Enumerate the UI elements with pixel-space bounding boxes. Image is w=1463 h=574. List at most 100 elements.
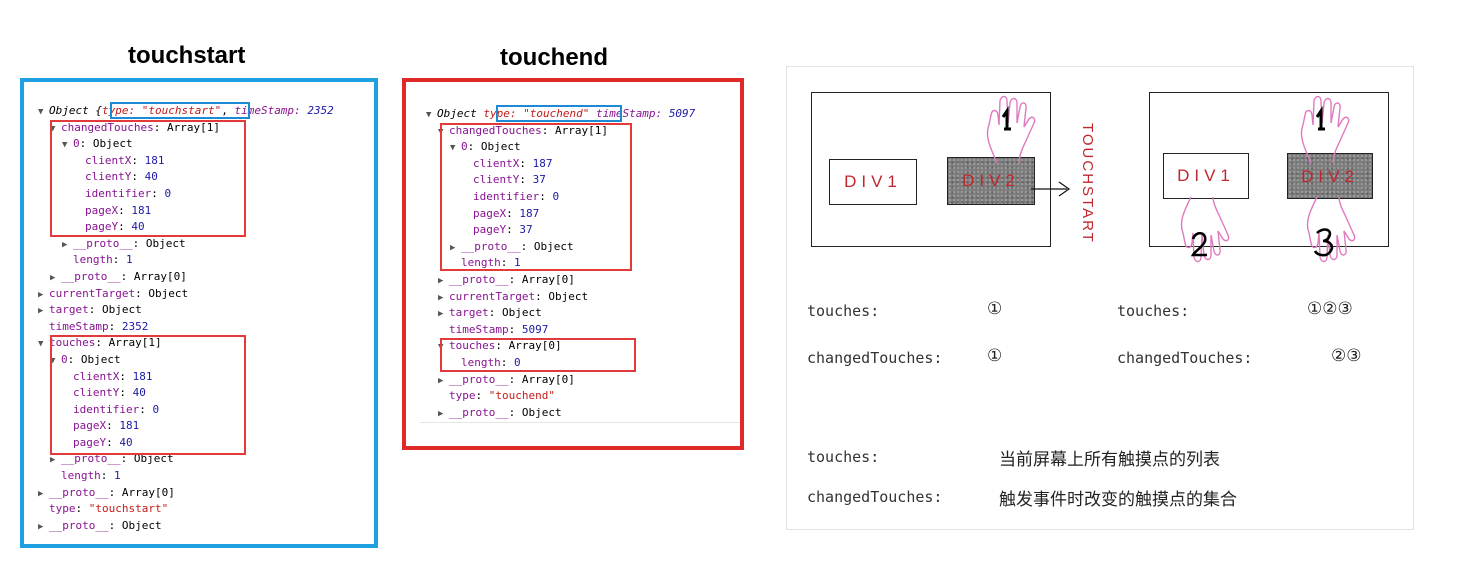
collapsed-triangle-icon[interactable]: ▶ — [438, 290, 449, 307]
changed-touches-label-after: changedTouches: — [1117, 349, 1253, 367]
console-row: timeStamp: 5097 — [426, 322, 744, 339]
console-token: currentTarget — [49, 286, 136, 300]
collapsed-triangle-icon[interactable]: ▶ — [38, 303, 49, 320]
console-token: __proto__ — [49, 485, 109, 499]
touches-label-before: touches: — [807, 302, 880, 320]
touchstart-title: touchstart — [128, 42, 246, 69]
finger-1-icon — [986, 95, 1036, 164]
collapsed-triangle-icon[interactable]: ▶ — [438, 306, 449, 323]
console-row[interactable]: ▶ target: Object — [426, 305, 744, 322]
console-token: : Array[0] — [508, 272, 575, 286]
console-row: length: 1 — [38, 468, 374, 485]
console-token: : Array[0] — [120, 269, 187, 283]
console-token: : — [108, 319, 122, 333]
type-highlight — [496, 105, 622, 122]
console-row: timeStamp: 2352 — [38, 319, 374, 336]
console-token: 2352 — [307, 104, 334, 117]
changed-touches-label-before: changedTouches: — [807, 349, 943, 367]
div1-box-before: DIV1 — [829, 159, 917, 205]
console-token: 5097 — [521, 322, 549, 336]
console-token: __proto__ — [449, 405, 509, 419]
console-row[interactable]: ▶ currentTarget: Object — [38, 286, 374, 303]
console-row[interactable]: ▶ currentTarget: Object — [426, 289, 744, 306]
console-token: : Object — [88, 303, 142, 317]
console-token: 1 — [114, 469, 121, 483]
console-row[interactable]: ▶ __proto__: Array[0] — [38, 485, 374, 502]
console-token: : Object — [108, 518, 162, 532]
arrow-icon — [1031, 181, 1071, 197]
console-row[interactable]: ▶ __proto__: Array[0] — [38, 269, 374, 286]
console-token: Object — [49, 104, 96, 117]
console-token: : Object — [132, 236, 186, 250]
console-token: __proto__ — [449, 272, 509, 286]
console-token: Object — [437, 107, 484, 120]
console-row[interactable]: ▶ __proto__: Object — [426, 405, 744, 422]
collapsed-triangle-icon[interactable]: ▶ — [438, 273, 449, 290]
touches-value-after: ①②③ — [1307, 299, 1353, 319]
touches-value-before: ① — [987, 299, 1003, 319]
console-token: __proto__ — [449, 372, 509, 386]
console-row: type: "touchstart" — [38, 501, 374, 518]
touchstart-event-label: TOUCHSTART — [1079, 123, 1096, 244]
console-token: { — [95, 104, 102, 117]
console-row[interactable]: ▶ target: Object — [38, 302, 374, 319]
changed-touches-highlight — [50, 120, 246, 237]
finger-3-icon — [1306, 196, 1356, 263]
console-row: type: "touchend" — [426, 388, 744, 405]
console-token: : Object — [535, 289, 589, 303]
changed-touches-definition: 触发事件时改变的触摸点的集合 — [999, 490, 1237, 510]
console-token: "touchend" — [488, 389, 555, 403]
touches-definition-label: touches: — [807, 448, 880, 466]
changed-touches-value-after: ②③ — [1331, 346, 1362, 366]
console-token: timeStamp — [449, 322, 509, 336]
type-highlight — [110, 102, 250, 119]
console-token: 5097 — [668, 107, 696, 120]
console-token: __proto__ — [49, 518, 109, 532]
console-row[interactable]: ▶ __proto__: Object — [38, 518, 374, 535]
expanded-triangle-icon[interactable]: ▼ — [426, 107, 437, 124]
console-token: target — [49, 303, 89, 317]
changed-touches-value-before: ① — [987, 346, 1003, 366]
console-token: : — [112, 253, 126, 267]
changed-touches-definition-label: changedTouches: — [807, 488, 943, 506]
collapsed-triangle-icon[interactable]: ▶ — [438, 373, 449, 390]
finger-2-icon — [1180, 196, 1230, 263]
collapsed-triangle-icon[interactable]: ▶ — [50, 270, 61, 287]
collapsed-triangle-icon[interactable]: ▶ — [38, 287, 49, 304]
expanded-triangle-icon[interactable]: ▼ — [38, 104, 49, 121]
console-row[interactable]: ▶ __proto__: Array[0] — [426, 272, 744, 289]
console-token: : — [508, 322, 522, 336]
finger-1-icon-after — [1300, 95, 1350, 164]
console-row[interactable]: ▶ __proto__: Array[0] — [426, 372, 744, 389]
console-token: 2352 — [121, 319, 149, 333]
console-token: type — [49, 502, 76, 516]
console-bottom-divider — [420, 422, 740, 423]
console-token: length — [73, 253, 113, 267]
console-token: : — [475, 389, 489, 403]
console-token: : Array[0] — [108, 485, 175, 499]
console-token: target — [449, 306, 489, 320]
console-token: type — [449, 389, 476, 403]
console-token: length — [61, 469, 101, 483]
touchstart-panel: ▼ Object {type: "touchstart", timeStamp: … — [20, 78, 378, 548]
console-token: "touchstart" — [88, 502, 169, 516]
console-row[interactable]: ▶ __proto__: Object — [38, 236, 374, 253]
touches-label-after: touches: — [1117, 302, 1190, 320]
collapsed-triangle-icon[interactable]: ▶ — [38, 519, 49, 536]
console-token: : Array[0] — [508, 372, 575, 386]
console-token: : — [100, 469, 114, 483]
collapsed-triangle-icon[interactable]: ▶ — [38, 486, 49, 503]
console-token: : Object — [488, 306, 542, 320]
console-token: currentTarget — [449, 289, 536, 303]
expanded-triangle-icon[interactable]: ▼ — [38, 336, 49, 353]
collapsed-triangle-icon[interactable]: ▶ — [438, 406, 449, 423]
touches-highlight — [50, 335, 246, 455]
changed-touches-highlight — [440, 123, 632, 271]
console-token: : Object — [508, 405, 562, 419]
touchend-panel: ▼ Object type: "touchend" timeStamp: 5097… — [402, 78, 744, 450]
console-token: : — [75, 502, 89, 516]
touch-diagram: DIV1 DIV2 TOUCHSTART DIV1 DIV2 touches: … — [786, 66, 1414, 530]
console-token: timeStamp — [49, 319, 109, 333]
collapsed-triangle-icon[interactable]: ▶ — [62, 237, 73, 254]
console-token: __proto__ — [73, 236, 133, 250]
